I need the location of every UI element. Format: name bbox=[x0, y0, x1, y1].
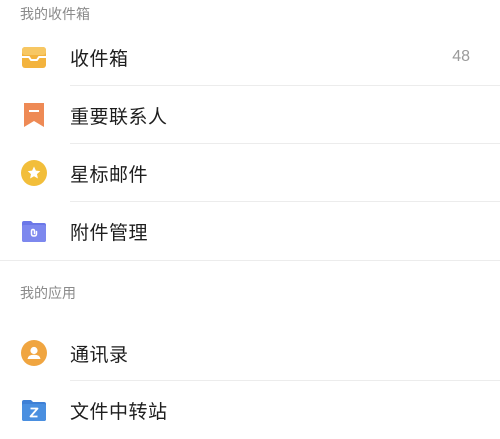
file-transfer-label: 文件中转站 bbox=[70, 400, 168, 423]
important-contacts-label: 重要联系人 bbox=[70, 105, 168, 128]
inbox-tray-icon bbox=[21, 44, 47, 70]
contacts-label: 通讯录 bbox=[70, 343, 129, 366]
apps-section-title: 我的应用 bbox=[20, 286, 76, 302]
star-icon bbox=[21, 160, 47, 186]
apps-list: 通讯录 文件中转站 bbox=[0, 325, 500, 439]
inbox-section-title: 我的收件箱 bbox=[20, 7, 90, 23]
contacts-icon bbox=[21, 340, 47, 366]
attachment-management-label: 附件管理 bbox=[70, 221, 149, 244]
list-item-contacts[interactable]: 通讯录 bbox=[0, 325, 500, 381]
list-item-important-contacts[interactable]: 重要联系人 bbox=[0, 86, 500, 144]
inbox-section-header: 我的收件箱 bbox=[0, 0, 500, 28]
apps-section-header: 我的应用 bbox=[0, 261, 500, 325]
inbox-count-badge: 48 bbox=[452, 48, 470, 65]
bookmark-icon bbox=[21, 102, 47, 128]
list-item-file-transfer[interactable]: 文件中转站 bbox=[0, 381, 500, 439]
inbox-label: 收件箱 bbox=[70, 47, 129, 70]
file-transfer-folder-icon bbox=[21, 397, 47, 423]
list-item-starred-mail[interactable]: 星标邮件 bbox=[0, 144, 500, 202]
attachment-folder-icon bbox=[21, 218, 47, 244]
inbox-list: 收件箱 48 重要联系人 星标邮件 附件管理 bbox=[0, 28, 500, 260]
list-item-inbox[interactable]: 收件箱 48 bbox=[0, 28, 500, 86]
starred-mail-label: 星标邮件 bbox=[70, 163, 149, 186]
list-item-attachment-management[interactable]: 附件管理 bbox=[0, 202, 500, 260]
